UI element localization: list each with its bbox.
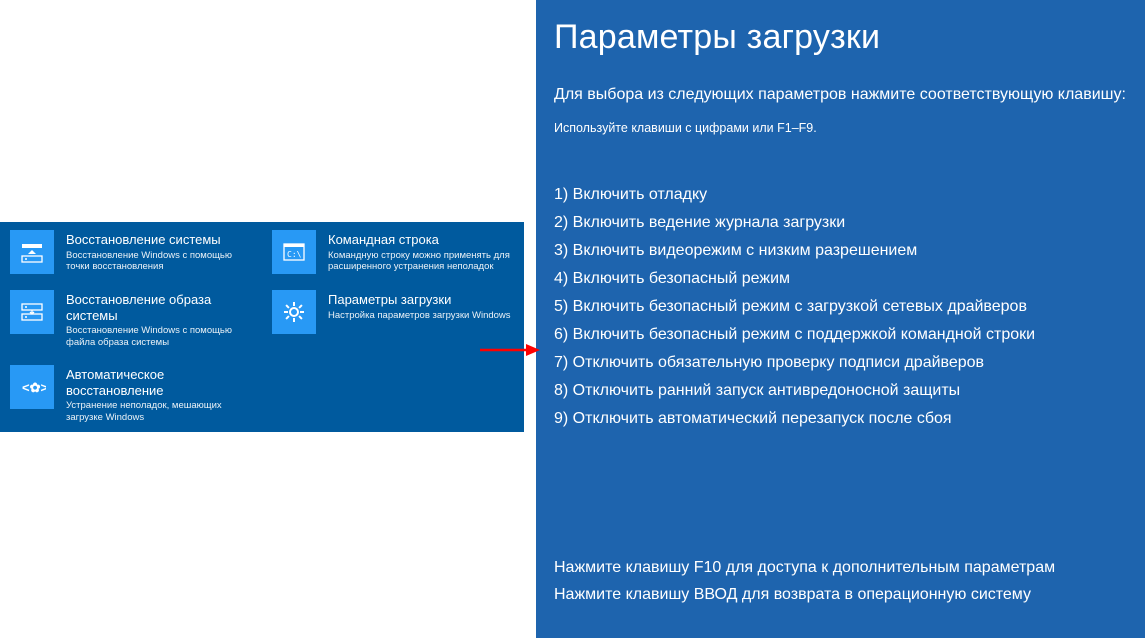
startup-settings-icon <box>272 290 316 334</box>
footer-instructions: Нажмите клавишу F10 для доступа к дополн… <box>554 554 1055 608</box>
tile-system-image-recovery[interactable]: Восстановление образа системы Восстановл… <box>0 282 262 357</box>
tile-automatic-repair[interactable]: <✿> Автоматическое восстановление Устран… <box>0 357 262 432</box>
startup-settings-screen: Параметры загрузки Для выбора из следующ… <box>536 0 1145 638</box>
page-subtitle: Для выбора из следующих параметров нажми… <box>554 83 1145 107</box>
tile-desc: Настройка параметров загрузки Windows <box>328 310 514 322</box>
option-2[interactable]: 2) Включить ведение журнала загрузки <box>554 209 1145 237</box>
tile-title: Автоматическое восстановление <box>66 367 252 398</box>
option-1[interactable]: 1) Включить отладку <box>554 181 1145 209</box>
page-title: Параметры загрузки <box>554 18 1145 57</box>
tile-title: Восстановление системы <box>66 232 252 248</box>
option-4[interactable]: 4) Включить безопасный режим <box>554 265 1145 293</box>
arrow-annotation <box>480 340 540 365</box>
tile-system-restore[interactable]: Восстановление системы Восстановление Wi… <box>0 222 262 282</box>
tile-desc: Восстановление Windows с помощью файла о… <box>66 325 252 349</box>
footer-enter: Нажмите клавишу ВВОД для возврата в опер… <box>554 581 1055 608</box>
tile-desc: Восстановление Windows с помощью точки в… <box>66 250 252 274</box>
option-5[interactable]: 5) Включить безопасный режим с загрузкой… <box>554 293 1145 321</box>
automatic-repair-icon: <✿> <box>10 365 54 409</box>
tile-title: Восстановление образа системы <box>66 292 252 323</box>
option-6[interactable]: 6) Включить безопасный режим с поддержко… <box>554 321 1145 349</box>
options-list: 1) Включить отладку 2) Включить ведение … <box>554 181 1145 433</box>
tile-command-prompt[interactable]: C:\ Командная строка Командную строку мо… <box>262 222 524 282</box>
system-image-recovery-icon <box>10 290 54 334</box>
page-hint: Используйте клавиши с цифрами или F1–F9. <box>554 121 1145 135</box>
tile-title: Параметры загрузки <box>328 292 514 308</box>
system-restore-icon <box>10 230 54 274</box>
svg-text:C:\: C:\ <box>287 250 302 259</box>
tile-desc: Командную строку можно применять для рас… <box>328 250 514 274</box>
footer-f10: Нажмите клавишу F10 для доступа к дополн… <box>554 554 1055 581</box>
command-prompt-icon: C:\ <box>272 230 316 274</box>
option-8[interactable]: 8) Отключить ранний запуск антивредоносн… <box>554 377 1145 405</box>
tile-title: Командная строка <box>328 232 514 248</box>
option-7[interactable]: 7) Отключить обязательную проверку подпи… <box>554 349 1145 377</box>
advanced-options-panel: Восстановление системы Восстановление Wi… <box>0 222 524 432</box>
option-3[interactable]: 3) Включить видеорежим с низким разрешен… <box>554 237 1145 265</box>
tile-desc: Устранение неполадок, мешающих загрузке … <box>66 400 252 424</box>
svg-text:<✿>: <✿> <box>22 380 46 395</box>
option-9[interactable]: 9) Отключить автоматический перезапуск п… <box>554 405 1145 433</box>
